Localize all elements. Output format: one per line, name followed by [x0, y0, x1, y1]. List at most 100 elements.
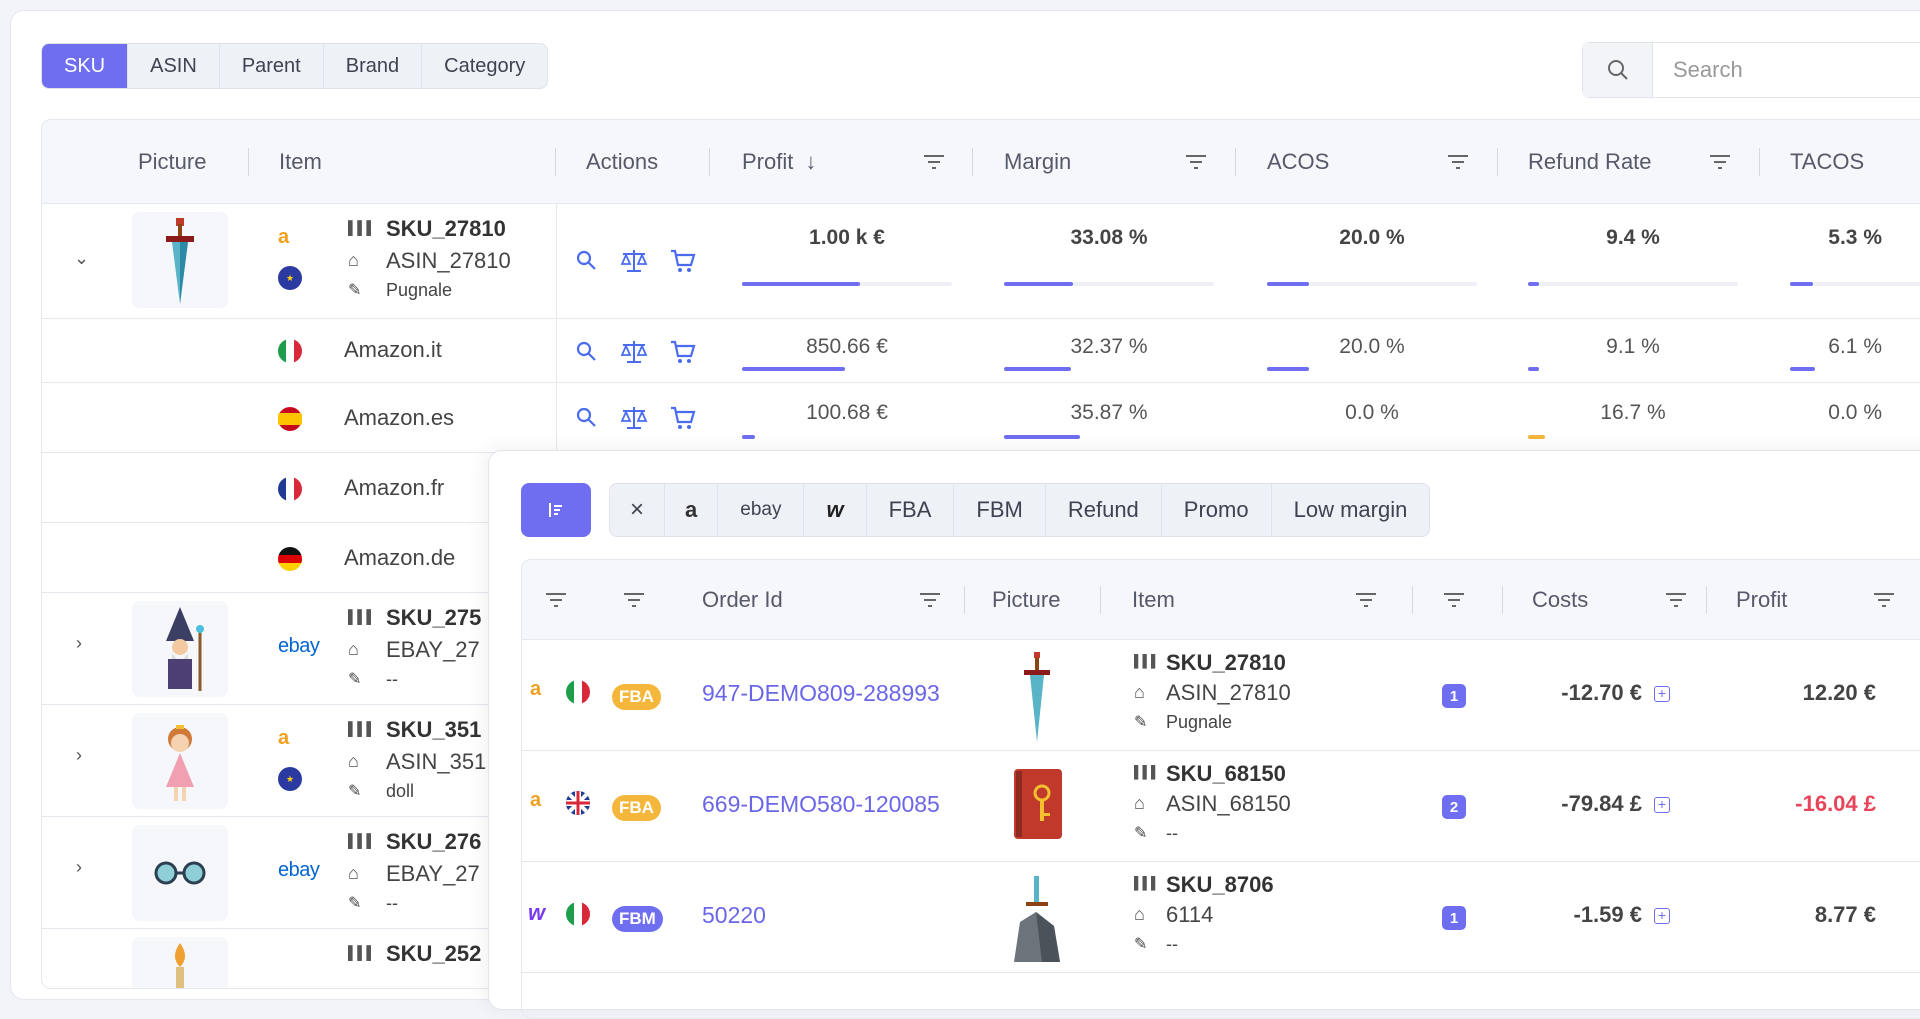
- search-icon[interactable]: [574, 339, 598, 363]
- table-row[interactable]: ⌄ a ★ ▌▌▌ SKU_27810 ⌂ ASIN_27810 ✎ Pugna…: [42, 204, 1920, 319]
- search-icon[interactable]: [1583, 43, 1653, 97]
- search-input[interactable]: [1653, 43, 1920, 97]
- chevron-right-icon[interactable]: ›: [76, 857, 82, 878]
- cart-icon[interactable]: [669, 248, 697, 274]
- amazon-filter-button[interactable]: a: [665, 484, 719, 536]
- pencil-icon: ✎: [348, 671, 362, 688]
- spain-flag-stripe: [278, 413, 302, 425]
- cart-icon[interactable]: [669, 405, 697, 431]
- col-tacos[interactable]: TACOS: [1790, 120, 1864, 204]
- col-acos[interactable]: ACOS: [1267, 120, 1329, 204]
- col-item[interactable]: Item: [1132, 560, 1175, 640]
- tab-category[interactable]: Category: [422, 44, 547, 88]
- col-margin[interactable]: Margin: [1004, 120, 1071, 204]
- filter-icon[interactable]: [1664, 591, 1688, 609]
- tab-sku[interactable]: SKU: [42, 44, 129, 88]
- refund-value: 16.7 %: [1600, 401, 1666, 424]
- profit-bar: [742, 435, 952, 439]
- ebay-filter-button[interactable]: ebay: [718, 484, 805, 536]
- sku-label: SKU_27810: [1166, 650, 1286, 675]
- orders-panel: × a ebay w FBA FBM Refund Promo Low marg…: [488, 450, 1920, 1019]
- cost-value: -79.84 £: [1561, 791, 1642, 816]
- col-costs[interactable]: Costs: [1532, 560, 1588, 640]
- order-row[interactable]: w FBM 50220 ▌▌▌ SKU_8706 ⌂ 6114 ✎ -- 1 -…: [522, 862, 1920, 973]
- order-row[interactable]: a FBA 669-DEMO580-120085 ▌▌▌ SKU_68150 ⌂…: [522, 751, 1920, 862]
- product-image: [1008, 765, 1068, 850]
- profit-value: 8.77 €: [1814, 902, 1876, 927]
- refund-bar: [1528, 367, 1738, 371]
- fba-filter-button[interactable]: FBA: [867, 484, 955, 536]
- filter-icon[interactable]: [1708, 153, 1732, 171]
- filter-icon[interactable]: [544, 591, 568, 609]
- scale-icon[interactable]: [620, 405, 648, 431]
- list-icon: [549, 503, 562, 517]
- chevron-down-icon[interactable]: ⌄: [74, 248, 89, 269]
- tacos-bar: [1790, 367, 1920, 371]
- sku-label: SKU_351: [386, 717, 482, 742]
- chevron-right-icon[interactable]: ›: [76, 745, 82, 766]
- eu-flag-icon: ★: [278, 266, 302, 290]
- margin-value: 32.37 %: [1070, 335, 1148, 358]
- quantity-badge: 2: [1442, 795, 1466, 819]
- product-tag: --: [1166, 823, 1178, 843]
- market-row[interactable]: Amazon.it 850.66 € 32.37 % 20.0 % 9.1 % …: [42, 319, 1920, 383]
- asin-label: ASIN_351: [386, 749, 487, 774]
- search-icon[interactable]: [574, 405, 598, 429]
- col-profit[interactable]: Profit ↓: [742, 120, 816, 204]
- expand-costs-icon[interactable]: +: [1654, 908, 1670, 924]
- chevron-right-icon[interactable]: ›: [76, 633, 82, 654]
- fbm-badge: FBM: [612, 906, 663, 932]
- marketplace-name: Amazon.fr: [344, 475, 445, 500]
- quantity-filter-icon[interactable]: [1442, 591, 1466, 609]
- refund-filter-button[interactable]: Refund: [1046, 484, 1162, 536]
- sort-desc-icon[interactable]: ↓: [805, 149, 816, 175]
- amazon-logo-icon: a: [278, 226, 290, 248]
- filter-icon[interactable]: [622, 591, 646, 609]
- scale-icon[interactable]: [620, 248, 648, 274]
- tab-brand[interactable]: Brand: [324, 44, 423, 88]
- product-image: [132, 825, 228, 921]
- market-row[interactable]: Amazon.es 100.68 € 35.87 % 0.0 % 16.7 % …: [42, 383, 1920, 453]
- barcode-icon: ▌▌▌: [348, 220, 376, 235]
- filter-icon[interactable]: [1354, 591, 1378, 609]
- tab-asin[interactable]: ASIN: [128, 44, 220, 88]
- order-row[interactable]: a FBA 947-DEMO809-288993 ▌▌▌ SKU_27810 ⌂…: [522, 640, 1920, 751]
- acos-value: 20.0 %: [1339, 226, 1405, 249]
- filter-icon[interactable]: [918, 591, 942, 609]
- order-id-link[interactable]: 669-DEMO580-120085: [702, 791, 940, 818]
- ebay-logo-icon: ebay: [278, 859, 320, 881]
- tag-icon: ⌂: [348, 863, 359, 883]
- promo-filter-button[interactable]: Promo: [1162, 484, 1272, 536]
- col-profit[interactable]: Profit: [1736, 560, 1787, 640]
- barcode-icon: ▌▌▌: [1134, 765, 1160, 779]
- product-tag: Pugnale: [1166, 712, 1233, 732]
- filter-icon[interactable]: [1872, 591, 1896, 609]
- expand-costs-icon[interactable]: +: [1654, 686, 1670, 702]
- low-margin-filter-button[interactable]: Low margin: [1272, 484, 1430, 536]
- filter-icon[interactable]: [1446, 153, 1470, 171]
- filter-icon[interactable]: [922, 153, 946, 171]
- product-image: [132, 713, 228, 809]
- amazon-logo-icon: a: [685, 497, 698, 522]
- tag-icon: ⌂: [1134, 904, 1145, 924]
- filter-icon[interactable]: [1184, 153, 1208, 171]
- cart-icon[interactable]: [669, 339, 697, 365]
- search-icon[interactable]: [574, 248, 598, 272]
- expand-costs-icon[interactable]: +: [1654, 797, 1670, 813]
- list-menu-button[interactable]: [521, 483, 591, 537]
- wish-filter-button[interactable]: w: [804, 484, 867, 536]
- cost-value: -12.70 €: [1561, 680, 1642, 705]
- scale-icon[interactable]: [620, 339, 648, 365]
- order-id-link[interactable]: 947-DEMO809-288993: [702, 680, 940, 707]
- orders-table: Order Id Picture Item Costs Profit a FBA…: [521, 559, 1920, 1019]
- col-order-id[interactable]: Order Id: [702, 560, 783, 640]
- order-id-link[interactable]: 50220: [702, 902, 766, 929]
- barcode-icon: ▌▌▌: [348, 945, 376, 960]
- group-by-tabs: SKU ASIN Parent Brand Category: [41, 43, 549, 89]
- clear-filter-button[interactable]: ×: [610, 484, 666, 536]
- france-flag-icon: [278, 477, 302, 501]
- tab-parent[interactable]: Parent: [220, 44, 324, 88]
- fbm-filter-button[interactable]: FBM: [954, 484, 1046, 536]
- col-refund-rate[interactable]: Refund Rate: [1528, 120, 1652, 204]
- margin-bar: [1004, 282, 1214, 286]
